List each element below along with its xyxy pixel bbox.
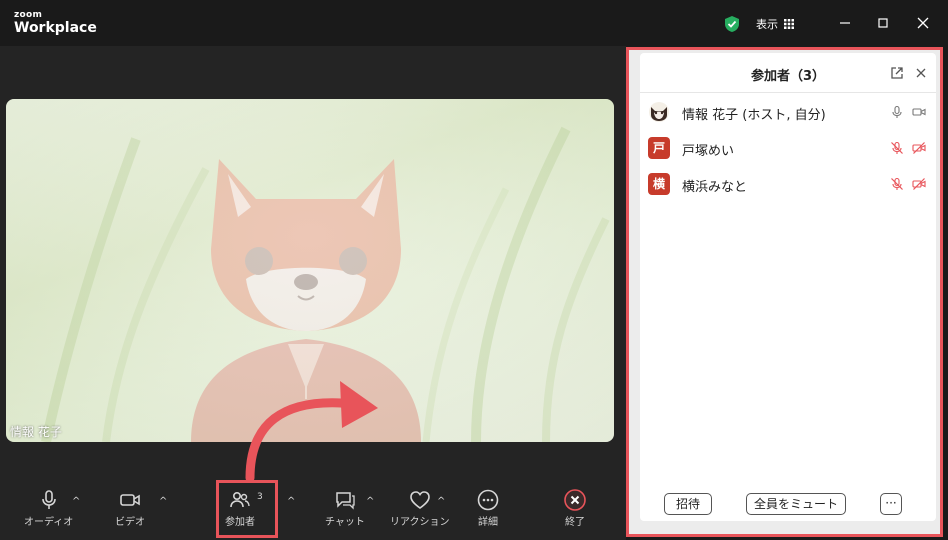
video-caret-icon[interactable]: ^ <box>159 496 167 507</box>
heart-icon <box>409 491 430 509</box>
end-label: 終了 <box>565 517 585 528</box>
video-off-icon[interactable] <box>912 141 926 155</box>
reaction-button[interactable]: リアクション <box>390 488 450 528</box>
brand-big: Workplace <box>14 20 97 36</box>
end-icon <box>564 489 586 511</box>
participant-row[interactable]: 情報 花子 (ホスト, 自分) <box>640 95 936 131</box>
audio-button[interactable]: オーディオ <box>24 488 73 528</box>
reaction-caret-icon[interactable]: ^ <box>437 496 445 507</box>
grid-icon <box>784 19 794 29</box>
close-icon[interactable] <box>914 14 932 32</box>
audio-label: オーディオ <box>24 517 74 528</box>
meeting-toolbar: オーディオ ^ ビデオ ^ 参加者 3 ^ チャット ^ リアクション ^ 詳細… <box>0 478 626 540</box>
more-button[interactable]: 詳細 <box>476 488 500 528</box>
participant-name: 戸塚めい <box>682 144 735 159</box>
chat-caret-icon[interactable]: ^ <box>366 496 374 507</box>
participants-caret-icon[interactable]: ^ <box>287 496 295 507</box>
video-camera-icon[interactable] <box>912 105 926 119</box>
microphone-muted-icon[interactable] <box>890 177 904 191</box>
video-camera-icon <box>120 494 140 506</box>
chat-button[interactable]: チャット <box>325 488 365 528</box>
view-button[interactable]: 表示 <box>756 16 794 32</box>
microphone-icon <box>41 490 56 509</box>
microphone-muted-icon[interactable] <box>890 141 904 155</box>
zoom-logo: zoom Workplace <box>14 10 97 37</box>
video-overlay <box>6 99 614 442</box>
pop-out-icon[interactable] <box>890 66 904 80</box>
audio-caret-icon[interactable]: ^ <box>72 496 80 507</box>
chat-icon <box>336 492 355 510</box>
title-bar: zoom Workplace 表示 <box>0 0 948 46</box>
shield-check-icon[interactable] <box>724 15 740 33</box>
reaction-label: リアクション <box>390 517 450 528</box>
maximize-icon[interactable] <box>874 14 892 32</box>
participants-highlight <box>216 480 278 538</box>
panel-footer: 招待 全員をミュート ··· <box>640 493 936 521</box>
video-button[interactable]: ビデオ <box>115 488 145 528</box>
participant-row[interactable]: 横 横浜みなと <box>640 167 936 203</box>
video-off-icon[interactable] <box>912 177 926 191</box>
invite-button[interactable]: 招待 <box>664 493 712 515</box>
brand-small: zoom <box>14 10 43 20</box>
panel-close-icon[interactable] <box>914 66 928 80</box>
microphone-icon[interactable] <box>890 105 904 119</box>
view-label: 表示 <box>756 18 778 31</box>
more-options-button[interactable]: ··· <box>880 493 902 515</box>
video-tile[interactable]: 情報 花子 <box>6 99 614 442</box>
video-name-tag: 情報 花子 <box>10 425 62 439</box>
more-label: 詳細 <box>478 517 498 528</box>
more-icon <box>477 489 499 511</box>
end-button[interactable]: 終了 <box>563 488 587 528</box>
chat-label: チャット <box>325 517 365 528</box>
participant-name: 情報 花子 (ホスト, 自分) <box>682 108 826 123</box>
participant-avatar: 戸 <box>648 137 670 159</box>
participants-panel: 参加者（3） 情報 花子 (ホスト, 自分) 戸 戸塚めい 横 横浜みなと 招待… <box>640 53 936 521</box>
panel-header: 参加者（3） <box>640 53 936 93</box>
participant-row[interactable]: 戸 戸塚めい <box>640 131 936 167</box>
mute-all-button[interactable]: 全員をミュート <box>746 493 846 515</box>
participant-avatar <box>648 101 670 123</box>
video-label: ビデオ <box>115 517 145 528</box>
minimize-icon[interactable] <box>836 14 854 32</box>
participant-name: 横浜みなと <box>682 180 748 195</box>
participant-avatar: 横 <box>648 173 670 195</box>
